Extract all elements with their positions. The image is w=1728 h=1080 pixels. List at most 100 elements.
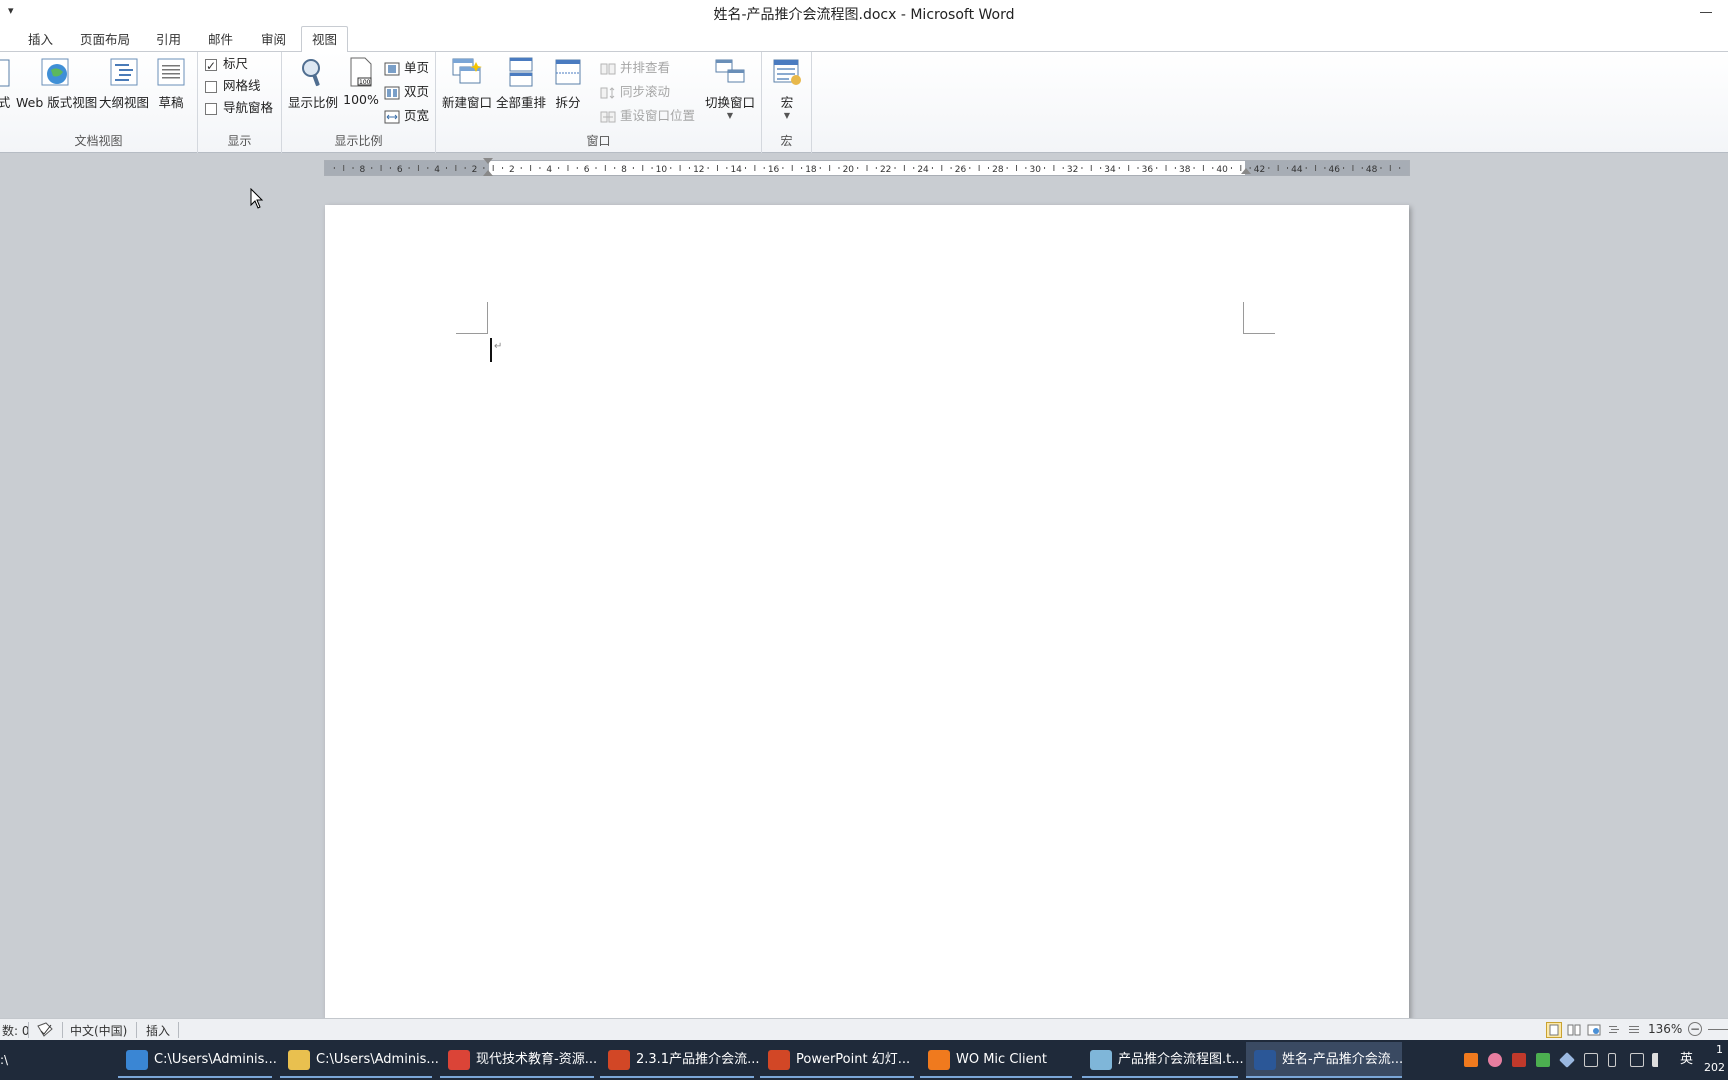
taskbar-item[interactable]: WO Mic Client	[920, 1042, 1072, 1078]
tab-references[interactable]: 引用	[146, 30, 191, 52]
taskbar-item[interactable]: PowerPoint 幻灯...	[760, 1042, 914, 1078]
group-label-macros: 宏	[780, 134, 793, 148]
tab-mailings[interactable]: 邮件	[198, 30, 243, 52]
gridlines-checkbox-box[interactable]	[205, 80, 217, 93]
ruler-label: 6	[397, 165, 403, 175]
taskbar-app-icon	[928, 1050, 950, 1070]
tray-app-icon[interactable]	[1512, 1053, 1526, 1067]
ruler-label: 8	[621, 165, 627, 175]
taskbar-item[interactable]: C:\Users\Adminis...	[280, 1042, 439, 1078]
zoom-100-button[interactable]: 100 100%	[342, 56, 380, 107]
taskbar-item[interactable]: 姓名-产品推介会流...	[1246, 1042, 1403, 1078]
ruler-label: 8	[360, 165, 366, 175]
proofing-icon[interactable]	[36, 1022, 54, 1038]
split-icon	[555, 59, 581, 85]
ruler-label: 30	[1029, 165, 1041, 175]
draft-view-button[interactable]: 草稿	[154, 56, 188, 111]
tab-view[interactable]: 视图	[301, 26, 349, 53]
arrange-all-button[interactable]: 全部重排	[496, 56, 546, 111]
minimize-icon[interactable]	[1698, 2, 1714, 18]
globe-icon	[41, 58, 69, 86]
insert-mode-indicator[interactable]: 插入	[146, 1022, 170, 1039]
ruler-label: 26	[955, 165, 967, 175]
tray-flower-icon[interactable]	[1488, 1053, 1502, 1067]
print-layout-icon	[0, 59, 10, 87]
draft-view-icon[interactable]	[1626, 1022, 1642, 1038]
status-bar: 数: 0 中文(中国) 插入 136% −	[0, 1018, 1728, 1040]
ruler-label: 22	[880, 165, 891, 175]
group-window: 新建窗口 全部重排 拆分 并排查看 同步滚动 重设窗口位置 切换窗口 ▼ 窗口	[436, 52, 762, 153]
ruler-label: 34	[1104, 165, 1116, 175]
tray-usb-icon[interactable]	[1608, 1053, 1616, 1067]
ruler-label: 28	[992, 165, 1004, 175]
two-pages-icon	[384, 86, 400, 99]
language-indicator[interactable]: 中文(中国)	[70, 1022, 127, 1039]
magnifier-icon	[302, 59, 320, 87]
zoom-level[interactable]: 136%	[1648, 1022, 1682, 1036]
page-width-button[interactable]: 页宽	[384, 106, 429, 126]
switch-windows-button[interactable]: 切换窗口 ▼	[704, 56, 756, 120]
two-pages-button[interactable]: 双页	[384, 82, 429, 102]
web-layout-button[interactable]: Web 版式视图	[16, 56, 97, 111]
tab-page-layout[interactable]: 页面布局	[70, 30, 140, 52]
tab-insert[interactable]: 插入	[18, 30, 63, 52]
word-count[interactable]: 数: 0	[2, 1022, 30, 1039]
clock-date[interactable]: 202	[1704, 1048, 1725, 1080]
window-title: 姓名-产品推介会流程图.docx - Microsoft Word	[713, 7, 1015, 23]
side-by-side-button[interactable]: 并排查看	[600, 58, 670, 78]
print-layout-button[interactable]: 式	[0, 56, 14, 111]
page-width-icon	[384, 110, 400, 123]
one-page-button[interactable]: 单页	[384, 58, 429, 78]
hanging-indent-marker[interactable]	[483, 170, 493, 176]
nav-pane-checkbox[interactable]: 导航窗格	[205, 98, 273, 118]
tab-review[interactable]: 审阅	[251, 30, 296, 52]
ime-indicator[interactable]: 英	[1680, 1040, 1693, 1080]
outline-view-icon[interactable]	[1606, 1022, 1622, 1038]
ruler-label: 6	[584, 165, 590, 175]
taskbar-app-icon	[1254, 1050, 1276, 1070]
mouse-pointer-icon	[250, 188, 264, 209]
split-button[interactable]: 拆分	[550, 56, 586, 111]
taskbar-item-label: 2.3.1产品推介会流...	[636, 1052, 760, 1067]
first-line-indent-marker[interactable]	[483, 158, 493, 164]
zoom-button[interactable]: 显示比例	[288, 56, 338, 111]
full-screen-reading-icon[interactable]	[1566, 1022, 1582, 1038]
margin-corner-top-left	[456, 302, 488, 334]
horizontal-ruler[interactable]: 8 6 4 2 2 4 6 8 10 12 14 16 18 20 22 24 26 28 30 32 34 36 38 40…	[324, 158, 1410, 176]
ruler-label: 16	[768, 165, 780, 175]
gridlines-checkbox[interactable]: 网格线	[205, 76, 261, 96]
taskbar-item[interactable]: C:\Users\Adminis...	[118, 1042, 277, 1078]
taskbar-item[interactable]: 产品推介会流程图.t...	[1082, 1042, 1244, 1078]
tray-diamond-icon[interactable]	[1559, 1052, 1575, 1068]
taskbar-item[interactable]: 2.3.1产品推介会流...	[600, 1042, 759, 1078]
ruler-checkbox[interactable]: 标尺	[205, 54, 248, 76]
taskbar-item[interactable]: 现代技术教育-资源...	[440, 1042, 597, 1078]
ruler-checkbox-box[interactable]	[205, 56, 217, 76]
tray-network-off-icon[interactable]	[1584, 1053, 1598, 1067]
arrange-all-icon	[509, 57, 533, 87]
new-window-icon	[452, 58, 482, 84]
tray-image-icon[interactable]	[1536, 1053, 1550, 1067]
taskbar-app-icon	[768, 1050, 790, 1070]
group-zoom: 显示比例 100 100% 单页 双页 页宽 显示比例	[282, 52, 436, 153]
document-page[interactable]: ↵	[325, 205, 1409, 1020]
nav-pane-checkbox-box[interactable]	[205, 102, 217, 115]
sync-scroll-button[interactable]: 同步滚动	[600, 82, 670, 102]
outline-icon	[110, 58, 138, 86]
zoom-out-button[interactable]: −	[1688, 1022, 1702, 1036]
new-window-button[interactable]: 新建窗口	[442, 56, 492, 111]
reset-window-position-button[interactable]: 重设窗口位置	[600, 106, 695, 126]
macros-button[interactable]: 宏 ▼	[768, 56, 806, 120]
tray-display-icon[interactable]	[1630, 1053, 1644, 1067]
taskbar-start-fragment[interactable]: :\	[0, 1040, 8, 1080]
tray-volume-icon[interactable]	[1652, 1053, 1666, 1067]
ruler-label: 2	[472, 165, 478, 175]
web-layout-view-icon[interactable]	[1586, 1022, 1602, 1038]
print-layout-view-icon[interactable]	[1546, 1022, 1562, 1038]
tray-mic-icon[interactable]	[1464, 1053, 1478, 1067]
group-label-zoom: 显示比例	[334, 134, 383, 148]
outline-view-button[interactable]: 大纲视图	[98, 56, 150, 111]
right-indent-marker[interactable]	[1241, 168, 1251, 174]
group-macros: 宏 ▼ 宏	[762, 52, 812, 153]
ruler-label: 10	[656, 165, 668, 175]
